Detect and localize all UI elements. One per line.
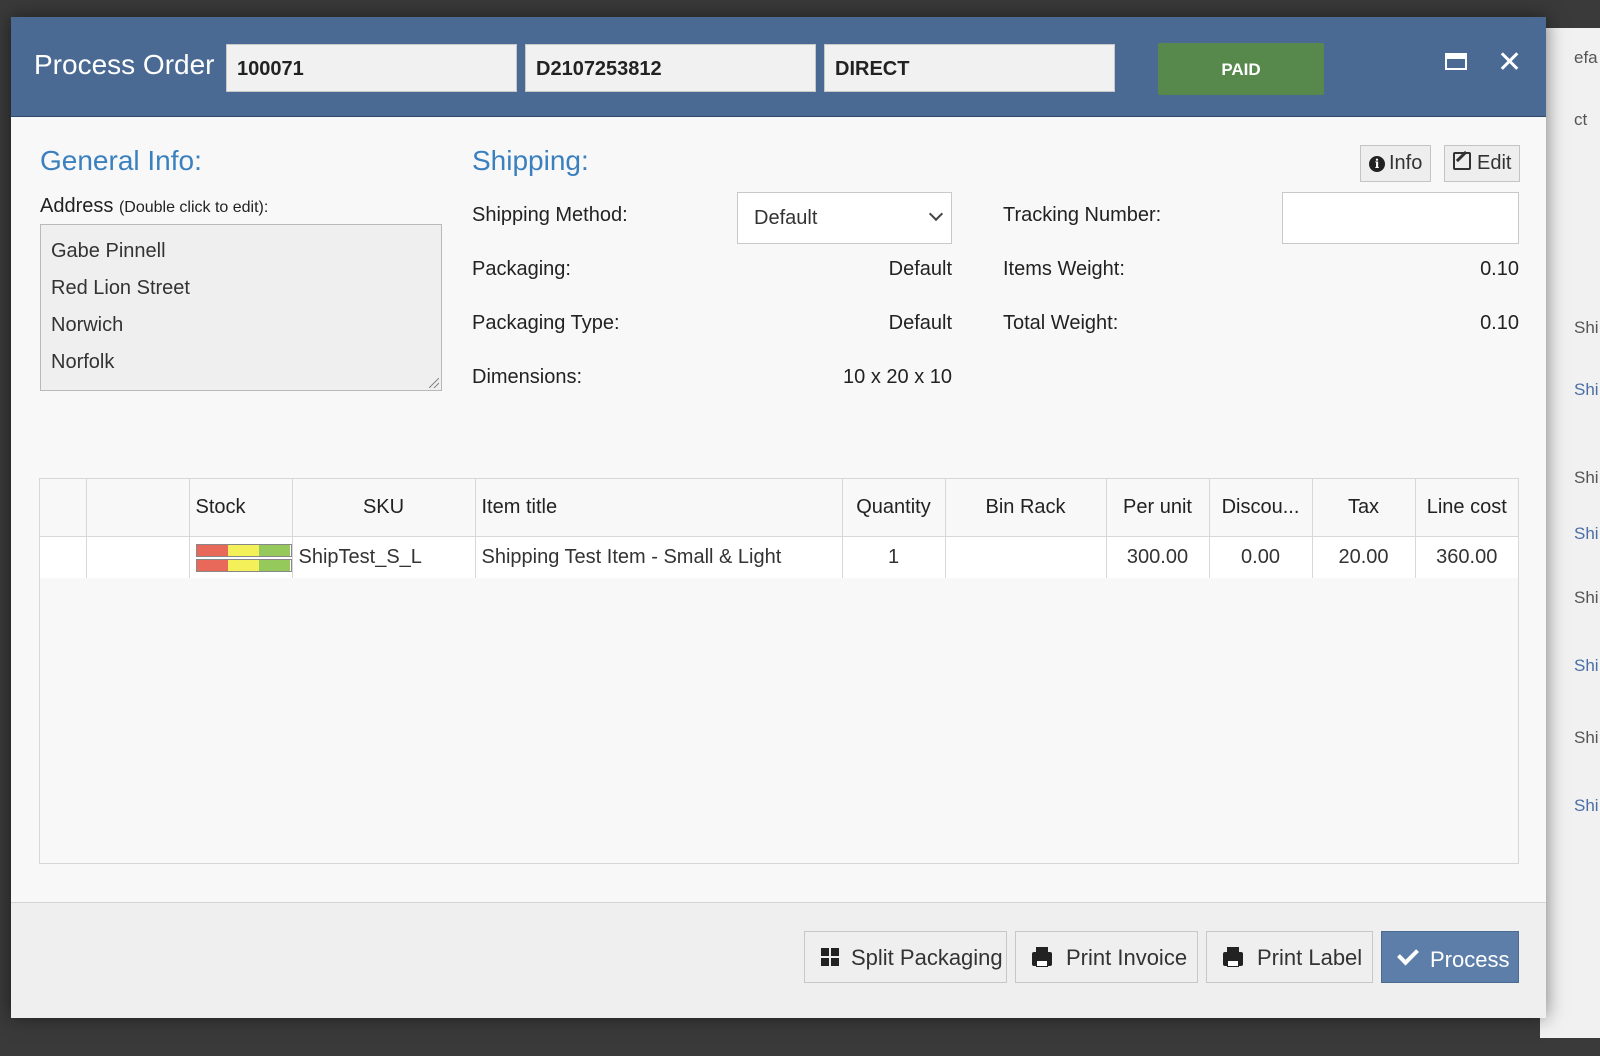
order-id-field[interactable]: 100071 xyxy=(226,44,517,92)
dimensions-value: 10 x 20 x 10 xyxy=(843,366,952,388)
reference-field[interactable]: D2107253812 xyxy=(525,44,816,92)
packaging-type-label: Packaging Type: xyxy=(472,312,620,334)
print-invoice-label: Print Invoice xyxy=(1066,945,1188,970)
background-page: efa ct Shi Shi Shi Shi Shi Shi Shi Shi xyxy=(1540,28,1600,1038)
general-info-heading: General Info: xyxy=(40,145,202,176)
item-title-cell: Shipping Test Item - Small & Light xyxy=(475,536,843,578)
stock-level-cell xyxy=(189,536,293,578)
address-hint: (Double click to edit): xyxy=(118,199,269,216)
address-label: Address (Double click to edit): xyxy=(40,195,268,218)
process-order-dialog: Process Order 100071 D2107253812 DIRECT … xyxy=(11,17,1546,1018)
dialog-title: Process Order xyxy=(34,49,215,80)
payment-status-badge[interactable]: PAID xyxy=(1158,43,1324,95)
maximize-icon[interactable] xyxy=(1445,53,1467,70)
split-packaging-label: Split Packaging xyxy=(851,945,1003,970)
print-label-button[interactable]: Print Label xyxy=(1206,931,1373,983)
items-weight-label: Items Weight: xyxy=(1003,258,1125,280)
per-unit-cell: 300.00 xyxy=(1106,536,1210,578)
column-header-quantity[interactable]: Quantity xyxy=(842,479,946,537)
stock-level-indicator xyxy=(195,542,291,574)
address-label-text: Address xyxy=(40,195,114,217)
grid-icon xyxy=(821,948,839,966)
dialog-header: Process Order 100071 D2107253812 DIRECT … xyxy=(11,17,1546,117)
shipping-heading: Shipping: xyxy=(472,145,589,176)
address-line: Red Lion Street xyxy=(51,277,190,299)
column-header-tax[interactable]: Tax xyxy=(1312,479,1416,537)
column-header-per-unit[interactable]: Per unit xyxy=(1106,479,1210,537)
address-line: Norfolk xyxy=(51,351,115,373)
edit-button[interactable]: Edit xyxy=(1444,145,1521,182)
sku-cell: ShipTest_S_L xyxy=(292,536,476,578)
order-items-table: Stock SKU Item title Quantity Bin Rack P… xyxy=(39,478,1519,864)
items-weight-value: 0.10 xyxy=(1480,258,1519,280)
quantity-cell[interactable]: 1 xyxy=(842,536,946,578)
print-label-label: Print Label xyxy=(1257,945,1363,970)
column-header-item-title[interactable]: Item title xyxy=(475,479,843,537)
process-button[interactable]: Process xyxy=(1381,931,1519,983)
dimensions-label: Dimensions: xyxy=(472,366,583,388)
check-icon xyxy=(1397,943,1419,966)
packaging-value: Default xyxy=(888,258,952,280)
column-header[interactable] xyxy=(86,479,190,537)
shipping-method-select[interactable]: Default xyxy=(737,192,952,244)
address-line: NR1 3TB xyxy=(51,381,431,390)
info-icon: i xyxy=(1369,156,1385,172)
row-cell-empty xyxy=(86,536,190,578)
discount-cell: 0.00 xyxy=(1209,536,1313,578)
bin-rack-cell xyxy=(945,536,1107,578)
tracking-number-label: Tracking Number: xyxy=(1003,204,1162,226)
edit-button-label: Edit xyxy=(1477,152,1512,174)
info-button[interactable]: i Info xyxy=(1360,145,1432,182)
printer-icon xyxy=(1223,947,1243,967)
channel-field[interactable]: DIRECT xyxy=(824,44,1115,92)
column-header[interactable] xyxy=(40,479,87,537)
chevron-down-icon xyxy=(928,206,944,222)
resize-grip-icon[interactable] xyxy=(429,378,439,388)
dialog-footer: Split Packaging Print Invoice Print Labe… xyxy=(11,902,1546,1018)
column-header-discount[interactable]: Discou... xyxy=(1209,479,1313,537)
split-packaging-button[interactable]: Split Packaging xyxy=(804,931,1007,983)
address-line: Norwich xyxy=(51,314,124,336)
print-invoice-button[interactable]: Print Invoice xyxy=(1015,931,1198,983)
info-button-label: Info xyxy=(1389,152,1423,174)
shipping-method-label: Shipping Method: xyxy=(472,204,628,226)
column-header-sku[interactable]: SKU xyxy=(292,479,476,537)
printer-icon xyxy=(1032,947,1052,967)
total-weight-value: 0.10 xyxy=(1480,312,1519,334)
column-header-line-cost[interactable]: Line cost xyxy=(1415,479,1518,537)
close-icon[interactable]: ✕ xyxy=(1497,47,1522,79)
address-textarea[interactable]: Gabe Pinnell Red Lion Street Norwich Nor… xyxy=(40,224,442,391)
total-weight-label: Total Weight: xyxy=(1003,312,1119,334)
edit-icon xyxy=(1453,152,1471,170)
tax-cell: 20.00 xyxy=(1312,536,1416,578)
process-label: Process xyxy=(1430,947,1510,972)
line-cost-cell: 360.00 xyxy=(1415,536,1518,578)
packaging-type-value: Default xyxy=(888,312,952,334)
column-header-bin-rack[interactable]: Bin Rack xyxy=(945,479,1107,537)
column-header-stock[interactable]: Stock xyxy=(189,479,293,537)
table-row[interactable]: ShipTest_S_L Shipping Test Item - Small … xyxy=(40,536,1518,578)
row-cell-empty xyxy=(40,536,87,578)
table-header-row: Stock SKU Item title Quantity Bin Rack P… xyxy=(40,479,1518,537)
packaging-label: Packaging: xyxy=(472,258,571,280)
tracking-number-input[interactable] xyxy=(1282,192,1519,244)
shipping-method-value: Default xyxy=(754,207,818,229)
address-line: Gabe Pinnell xyxy=(51,240,166,262)
